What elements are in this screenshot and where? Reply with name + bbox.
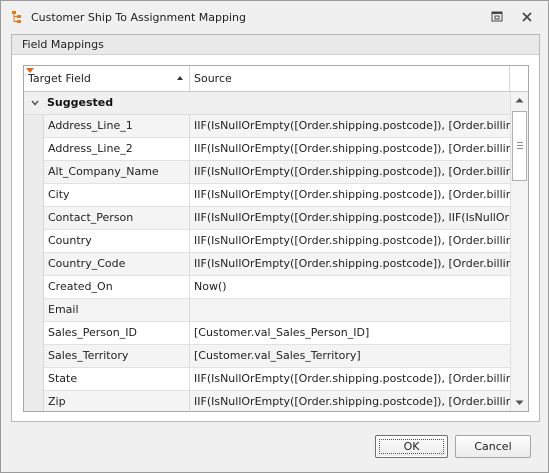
table-row[interactable]: State IIF(IsNullOrEmpty([Order.shipping.p… xyxy=(24,368,510,391)
column-header-filler xyxy=(510,66,528,91)
target-field-cell[interactable]: Country xyxy=(44,230,190,252)
row-indent xyxy=(24,322,44,345)
source-expression-cell[interactable]: [Customer.val_Sales_Person_ID] xyxy=(190,322,510,344)
source-expression-cell[interactable]: IIF(IsNullOrEmpty([Order.shipping.postco… xyxy=(190,184,510,206)
target-field-cell[interactable]: Zip xyxy=(44,391,190,411)
target-field-cell[interactable]: Sales_Person_ID xyxy=(44,322,190,344)
row-indent xyxy=(24,138,44,161)
target-field-cell[interactable]: Created_On xyxy=(44,276,190,298)
table-row[interactable]: Contact_Person IIF(IsNullOrEmpty([Order.s… xyxy=(24,207,510,230)
row-indent xyxy=(24,345,44,368)
source-expression-cell[interactable]: IIF(IsNullOrEmpty([Order.shipping.postco… xyxy=(190,207,510,229)
row-indent xyxy=(24,230,44,253)
row-indent xyxy=(24,299,44,322)
table-row[interactable]: Sales_Person_ID [Customer.val_Sales_Perso… xyxy=(24,322,510,345)
scroll-down-icon[interactable] xyxy=(511,394,528,411)
target-field-cell[interactable]: Sales_Territory xyxy=(44,345,190,367)
title-bar[interactable]: Customer Ship To Assignment Mapping xyxy=(1,1,548,33)
target-field-cell[interactable]: Alt_Company_Name xyxy=(44,161,190,183)
mappings-grid: Target Field Source Suggested Address_Li… xyxy=(23,65,529,412)
row-indent xyxy=(24,115,44,138)
source-expression-cell[interactable]: IIF(IsNullOrEmpty([Order.shipping.postco… xyxy=(190,253,510,275)
target-field-cell[interactable]: Address_Line_1 xyxy=(44,115,190,137)
target-field-cell[interactable]: State xyxy=(44,368,190,390)
table-row[interactable]: Zip IIF(IsNullOrEmpty([Order.shipping.pos… xyxy=(24,391,510,411)
column-header-source-label: Source xyxy=(194,72,232,85)
source-expression-cell[interactable]: Now() xyxy=(190,276,510,298)
target-field-cell[interactable]: City xyxy=(44,184,190,206)
scroll-up-icon[interactable] xyxy=(511,92,528,109)
group-row-label: Suggested xyxy=(47,96,114,109)
table-row[interactable]: Country_Code IIF(IsNullOrEmpty([Order.shi… xyxy=(24,253,510,276)
restore-window-icon[interactable] xyxy=(487,8,507,26)
mapping-dialog: Customer Ship To Assignment Mapping Fiel… xyxy=(0,0,549,473)
group-header: Field Mappings xyxy=(12,35,539,55)
group-title: Field Mappings xyxy=(22,38,104,51)
cancel-button-label: Cancel xyxy=(474,440,512,453)
row-indent xyxy=(24,391,44,411)
vertical-scrollbar[interactable] xyxy=(510,92,528,411)
source-expression-cell[interactable]: IIF(IsNullOrEmpty([Order.shipping.postco… xyxy=(190,115,510,137)
source-expression-cell[interactable]: IIF(IsNullOrEmpty([Order.shipping.postco… xyxy=(190,138,510,160)
table-row[interactable]: Country IIF(IsNullOrEmpty([Order.shipping… xyxy=(24,230,510,253)
row-indent xyxy=(24,253,44,276)
row-indent xyxy=(24,207,44,230)
tree-mapping-icon xyxy=(12,11,21,23)
close-icon[interactable] xyxy=(517,8,537,26)
source-expression-cell[interactable]: IIF(IsNullOrEmpty([Order.shipping.postco… xyxy=(190,391,510,411)
table-row[interactable]: Alt_Company_Name IIF(IsNullOrEmpty([Order… xyxy=(24,161,510,184)
target-field-cell[interactable]: Address_Line_2 xyxy=(44,138,190,160)
sort-ascending-icon xyxy=(177,76,183,80)
column-headers: Target Field Source xyxy=(24,66,528,92)
group-row-suggested[interactable]: Suggested xyxy=(24,92,510,115)
ok-button[interactable]: OK xyxy=(375,435,448,458)
window-title: Customer Ship To Assignment Mapping xyxy=(31,11,246,24)
grid-rows: Address_Line_1 IIF(IsNullOrEmpty([Order.s… xyxy=(24,115,510,411)
table-row[interactable]: Email xyxy=(24,299,510,322)
chevron-down-icon[interactable] xyxy=(30,98,40,108)
source-expression-cell[interactable]: IIF(IsNullOrEmpty([Order.shipping.postco… xyxy=(190,230,510,252)
scrollbar-thumb[interactable] xyxy=(512,111,527,181)
row-indent xyxy=(24,368,44,391)
table-row[interactable]: Sales_Territory [Customer.val_Sales_Terri… xyxy=(24,345,510,368)
cancel-button[interactable]: Cancel xyxy=(455,435,531,458)
row-indent xyxy=(24,276,44,299)
source-expression-cell[interactable]: IIF(IsNullOrEmpty([Order.shipping.postco… xyxy=(190,161,510,183)
source-expression-cell[interactable]: IIF(IsNullOrEmpty([Order.shipping.postco… xyxy=(190,368,510,390)
column-header-target-label: Target Field xyxy=(28,72,91,85)
table-row[interactable]: Address_Line_1 IIF(IsNullOrEmpty([Order.s… xyxy=(24,115,510,138)
target-field-cell[interactable]: Country_Code xyxy=(44,253,190,275)
filter-icon xyxy=(26,68,34,73)
row-indent xyxy=(24,161,44,184)
source-expression-cell[interactable] xyxy=(190,299,510,321)
column-header-target-field[interactable]: Target Field xyxy=(24,66,190,91)
source-expression-cell[interactable]: [Customer.val_Sales_Territory] xyxy=(190,345,510,367)
target-field-cell[interactable]: Contact_Person xyxy=(44,207,190,229)
table-row[interactable]: Created_On Now() xyxy=(24,276,510,299)
focus-rectangle xyxy=(379,439,444,454)
column-header-source[interactable]: Source xyxy=(190,66,510,91)
scrollbar-grip-icon xyxy=(517,142,523,149)
field-mappings-group: Field Mappings Target Field Source Sugge… xyxy=(11,34,540,422)
table-row[interactable]: Address_Line_2 IIF(IsNullOrEmpty([Order.s… xyxy=(24,138,510,161)
table-row[interactable]: City IIF(IsNullOrEmpty([Order.shipping.po… xyxy=(24,184,510,207)
row-indent xyxy=(24,184,44,207)
target-field-cell[interactable]: Email xyxy=(44,299,190,321)
